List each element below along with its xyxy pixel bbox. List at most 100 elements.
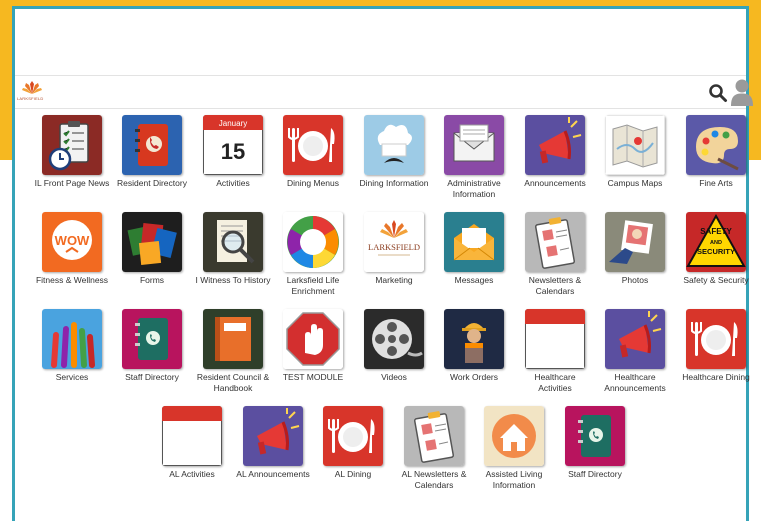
module-tile-work-orders[interactable]: Work Orders xyxy=(435,309,513,383)
module-tile-forms[interactable]: Forms xyxy=(113,212,191,286)
worker-icon xyxy=(444,309,504,369)
stop-hand-icon xyxy=(283,309,343,369)
plate-utensils-icon xyxy=(686,309,746,369)
plate-utensils-icon xyxy=(323,406,383,466)
icon-text: WOW xyxy=(55,233,90,248)
module-tile-videos[interactable]: Videos xyxy=(355,309,433,383)
larksfield-logo-icon: LARKSFIELD xyxy=(364,212,424,272)
icon-text: SAFETY xyxy=(700,227,732,236)
module-label: Work Orders xyxy=(449,372,499,382)
address-book-icon xyxy=(122,115,182,175)
module-tile-healthcare-activities[interactable]: Healthcare Activities xyxy=(516,309,594,394)
module-label: Healthcare Activities xyxy=(534,372,576,393)
open-envelope-icon xyxy=(444,212,504,272)
icon-text: AND xyxy=(710,240,722,246)
module-label: Dining Information xyxy=(359,178,429,188)
module-label: Healthcare Dining xyxy=(682,372,750,382)
envelope-icon xyxy=(444,115,504,175)
module-tile-safety-security[interactable]: SAFETY AND SECURITY Safety & Security xyxy=(677,212,755,286)
module-tile-al-newsletters-calendars[interactable]: AL Newsletters & Calendars xyxy=(395,406,473,491)
module-tile-messages[interactable]: Messages xyxy=(435,212,513,286)
module-tile-resident-council-handbook[interactable]: Resident Council & Handbook xyxy=(194,309,272,394)
module-tile-staff-directory[interactable]: Staff Directory xyxy=(113,309,191,383)
palette-icon xyxy=(686,115,746,175)
module-label: Resident Council & Handbook xyxy=(196,372,270,393)
module-label: Marketing xyxy=(375,275,413,285)
module-label: Videos xyxy=(381,372,407,382)
module-tile-administrative-information[interactable]: Administrative Information xyxy=(435,115,513,200)
megaphone-icon xyxy=(605,309,665,369)
module-tile-larksfield-life-enrichment[interactable]: Larksfield Life Enrichment xyxy=(274,212,352,297)
handbook-icon xyxy=(203,309,263,369)
module-tile-assisted-living-information[interactable]: Assisted Living Information xyxy=(475,406,553,491)
map-icon xyxy=(605,115,665,175)
blank-calendar-icon xyxy=(525,309,585,369)
module-label: Photos xyxy=(621,275,649,285)
safety-sign-icon: SAFETY AND SECURITY xyxy=(686,212,746,272)
blank-calendar-icon xyxy=(162,406,222,466)
module-tile-test-module[interactable]: TEST MODULE xyxy=(274,309,352,383)
module-tile-il-front-page-news[interactable]: IL Front Page News xyxy=(33,115,111,189)
house-icon xyxy=(484,406,544,466)
module-tile-activities[interactable]: January 15 Activities xyxy=(194,115,272,189)
module-tile-marketing[interactable]: LARKSFIELD Marketing xyxy=(355,212,433,286)
megaphone-icon xyxy=(243,406,303,466)
logo-text: LARKSFIELD xyxy=(17,96,44,101)
module-label: Campus Maps xyxy=(607,178,663,188)
module-label: Services xyxy=(55,372,89,382)
module-label: TEST MODULE xyxy=(282,372,344,382)
module-tile-healthcare-dining[interactable]: Healthcare Dining xyxy=(677,309,755,383)
module-label: Dining Menus xyxy=(287,178,339,188)
module-label: AL Newsletters & Calendars xyxy=(401,469,467,490)
module-tile-al-dining[interactable]: AL Dining xyxy=(314,406,392,480)
icon-text: January xyxy=(219,119,247,128)
newsletter-clipboard-icon xyxy=(525,212,585,272)
module-tile-resident-directory[interactable]: Resident Directory xyxy=(113,115,191,189)
module-label: Announcements xyxy=(524,178,586,188)
module-label: IL Front Page News xyxy=(34,178,110,188)
module-tile-staff-directory[interactable]: Staff Directory xyxy=(556,406,634,480)
wow-icon: WOW xyxy=(42,212,102,272)
newsletter-clipboard-icon xyxy=(404,406,464,466)
module-tile-announcements[interactable]: Announcements xyxy=(516,115,594,189)
module-tile-dining-menus[interactable]: Dining Menus xyxy=(274,115,352,189)
module-label: Safety & Security xyxy=(683,275,749,285)
life-enrichment-wheel-icon xyxy=(283,212,343,272)
module-tile-photos[interactable]: Photos xyxy=(596,212,674,286)
clipboard-clock-icon xyxy=(42,115,102,175)
megaphone-icon xyxy=(525,115,585,175)
module-label: AL Activities xyxy=(169,469,215,479)
icon-text: 15 xyxy=(221,139,245,164)
module-tile-healthcare-announcements[interactable]: Healthcare Announcements xyxy=(596,309,674,394)
icon-text: LARKSFIELD xyxy=(368,242,420,252)
user-icon[interactable] xyxy=(731,78,753,106)
photo-hand-icon xyxy=(605,212,665,272)
search-icon[interactable] xyxy=(708,83,728,103)
module-tile-campus-maps[interactable]: Campus Maps xyxy=(596,115,674,189)
module-label: I Witness To History xyxy=(195,275,271,285)
module-label: AL Dining xyxy=(334,469,372,479)
module-label: Messages xyxy=(454,275,494,285)
film-reel-icon xyxy=(364,309,424,369)
module-label: Fitness & Wellness xyxy=(35,275,109,285)
module-label: Forms xyxy=(139,275,165,285)
module-label: Activities xyxy=(216,178,250,188)
module-label: Staff Directory xyxy=(125,372,179,382)
module-tile-newsletters-calendars[interactable]: Newsletters & Calendars xyxy=(516,212,594,297)
module-tile-al-activities[interactable]: AL Activities xyxy=(153,406,231,480)
chef-icon xyxy=(364,115,424,175)
module-tile-fitness-wellness[interactable]: WOW Fitness & Wellness xyxy=(33,212,111,286)
module-label: Administrative Information xyxy=(447,178,501,199)
module-tile-services[interactable]: Services xyxy=(33,309,111,383)
module-label: Larksfield Life Enrichment xyxy=(286,275,340,296)
larksfield-logo[interactable]: LARKSFIELD xyxy=(17,80,45,104)
module-tile-fine-arts[interactable]: Fine Arts xyxy=(677,115,755,189)
module-label: Newsletters & Calendars xyxy=(528,275,582,296)
phone-book-icon xyxy=(565,406,625,466)
module-tile-al-announcements[interactable]: AL Announcements xyxy=(234,406,312,480)
module-label: Resident Directory xyxy=(117,178,187,188)
forms-icon xyxy=(122,212,182,272)
module-tile-i-witness-to-history[interactable]: I Witness To History xyxy=(194,212,272,286)
module-tile-dining-information[interactable]: Dining Information xyxy=(355,115,433,189)
icon-text: SECURITY xyxy=(697,247,735,256)
